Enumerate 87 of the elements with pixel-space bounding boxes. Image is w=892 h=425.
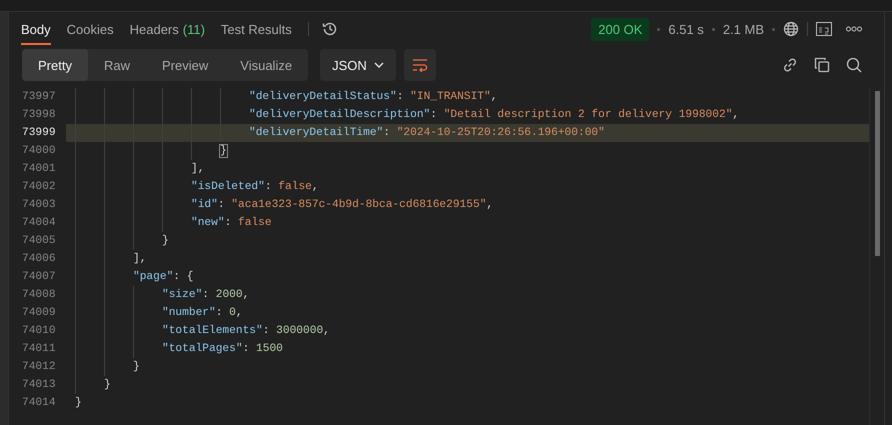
- json-punctuation: :: [264, 181, 273, 193]
- json-key: "page": [133, 271, 174, 283]
- wrap-lines-button[interactable]: [404, 49, 436, 81]
- line-number: 74012: [21, 361, 57, 373]
- line-number: 74007: [21, 271, 57, 283]
- response-tab[interactable]: Test Results: [220, 15, 292, 45]
- response-tab[interactable]: Headers (11): [130, 15, 205, 45]
- json-punctuation: }: [133, 361, 140, 373]
- json-key: "new": [191, 217, 225, 229]
- line-number: 74010: [21, 325, 57, 337]
- json-punctuation: ],: [133, 253, 146, 265]
- json-punctuation: ,: [732, 109, 740, 121]
- line-number: 74000: [21, 145, 57, 157]
- line-number: 74001: [21, 163, 57, 175]
- example-icon[interactable]: [816, 22, 832, 36]
- line-number: 73997: [21, 91, 57, 103]
- line-number: 74002: [21, 181, 57, 193]
- json-punctuation: :: [383, 127, 391, 139]
- json-key: "totalElements": [162, 325, 263, 337]
- json-punctuation: :: [218, 199, 226, 211]
- line-number: 74004: [21, 217, 57, 229]
- json-string: "IN_TRANSIT": [410, 91, 491, 103]
- chevron-down-icon: [374, 62, 384, 68]
- json-boolean: false: [238, 217, 272, 229]
- line-number: 74006: [21, 253, 57, 265]
- json-punctuation: ,: [490, 91, 498, 103]
- json-punctuation: ,: [242, 289, 250, 301]
- scrollbar-thumb[interactable]: [874, 91, 880, 256]
- json-punctuation: }: [75, 397, 82, 409]
- json-punctuation: ,: [486, 199, 494, 211]
- json-punctuation: ,: [312, 181, 319, 193]
- line-number: 73998: [21, 109, 57, 121]
- link-icon[interactable]: [782, 57, 798, 73]
- json-punctuation: :: [262, 325, 270, 337]
- json-punctuation: ,: [323, 325, 330, 337]
- json-key: "number": [162, 307, 216, 319]
- status-badge[interactable]: 200 OK: [591, 18, 650, 40]
- line-number: 74003: [21, 199, 57, 211]
- response-size[interactable]: 2.1 MB: [722, 22, 764, 36]
- json-punctuation: :: [396, 91, 404, 103]
- json-punctuation: :: [224, 217, 232, 229]
- json-punctuation: ],: [191, 163, 204, 175]
- line-number: 74005: [21, 235, 57, 247]
- view-mode-tab[interactable]: Visualize: [224, 49, 308, 81]
- json-key: "isDeleted": [191, 181, 265, 193]
- format-dropdown[interactable]: JSON: [320, 49, 396, 81]
- view-mode-tab[interactable]: Raw: [88, 49, 146, 81]
- json-boolean: false: [278, 181, 312, 193]
- response-tab[interactable]: Cookies: [66, 15, 114, 45]
- json-punctuation: :: [202, 289, 210, 301]
- json-string: "Detail description 2 for delivery 1998002": [444, 109, 732, 121]
- json-punctuation: ,: [236, 307, 243, 319]
- view-mode-tab[interactable]: Pretty: [22, 49, 88, 81]
- line-number: 74011: [21, 343, 57, 355]
- json-punctuation: }: [162, 235, 169, 247]
- json-punctuation: :: [216, 307, 224, 319]
- json-punctuation: :: [242, 343, 250, 355]
- json-string: "aca1e323-857c-4b9d-8bca-cd6816e29155": [231, 199, 486, 211]
- json-number: 2000: [216, 289, 243, 301]
- json-string: "2024-10-25T20:26:56.196+00:00": [396, 127, 605, 139]
- json-key: "deliveryDetailStatus": [249, 91, 397, 103]
- response-tab[interactable]: Body: [21, 15, 51, 45]
- json-key: "totalPages": [162, 343, 243, 355]
- line-number: 74014: [21, 397, 57, 409]
- json-punctuation: }: [104, 379, 111, 391]
- line-number: 74009: [21, 307, 57, 319]
- line-number: 74013: [21, 379, 57, 391]
- json-key: "deliveryDetailTime": [249, 127, 384, 139]
- line-number: 74008: [21, 289, 57, 301]
- json-number: 3000000: [276, 325, 324, 337]
- copy-icon[interactable]: [814, 57, 830, 73]
- wrap-lines-icon: [412, 58, 428, 72]
- json-number: 1500: [256, 343, 283, 355]
- more-icon[interactable]: [846, 26, 862, 32]
- response-time[interactable]: 6.51 s: [668, 22, 704, 36]
- matched-bracket: }: [220, 145, 227, 157]
- search-icon[interactable]: [846, 57, 862, 73]
- json-key: "id": [191, 199, 218, 211]
- line-number: 73999: [21, 127, 57, 139]
- history-icon[interactable]: [320, 20, 339, 38]
- json-punctuation: : {: [173, 271, 194, 283]
- json-number: 0: [229, 307, 236, 319]
- view-mode-tab[interactable]: Preview: [146, 49, 224, 81]
- json-key: "deliveryDetailDescription": [249, 109, 430, 121]
- json-punctuation: :: [430, 109, 438, 121]
- globe-icon[interactable]: [783, 21, 799, 37]
- json-key: "size": [162, 289, 202, 301]
